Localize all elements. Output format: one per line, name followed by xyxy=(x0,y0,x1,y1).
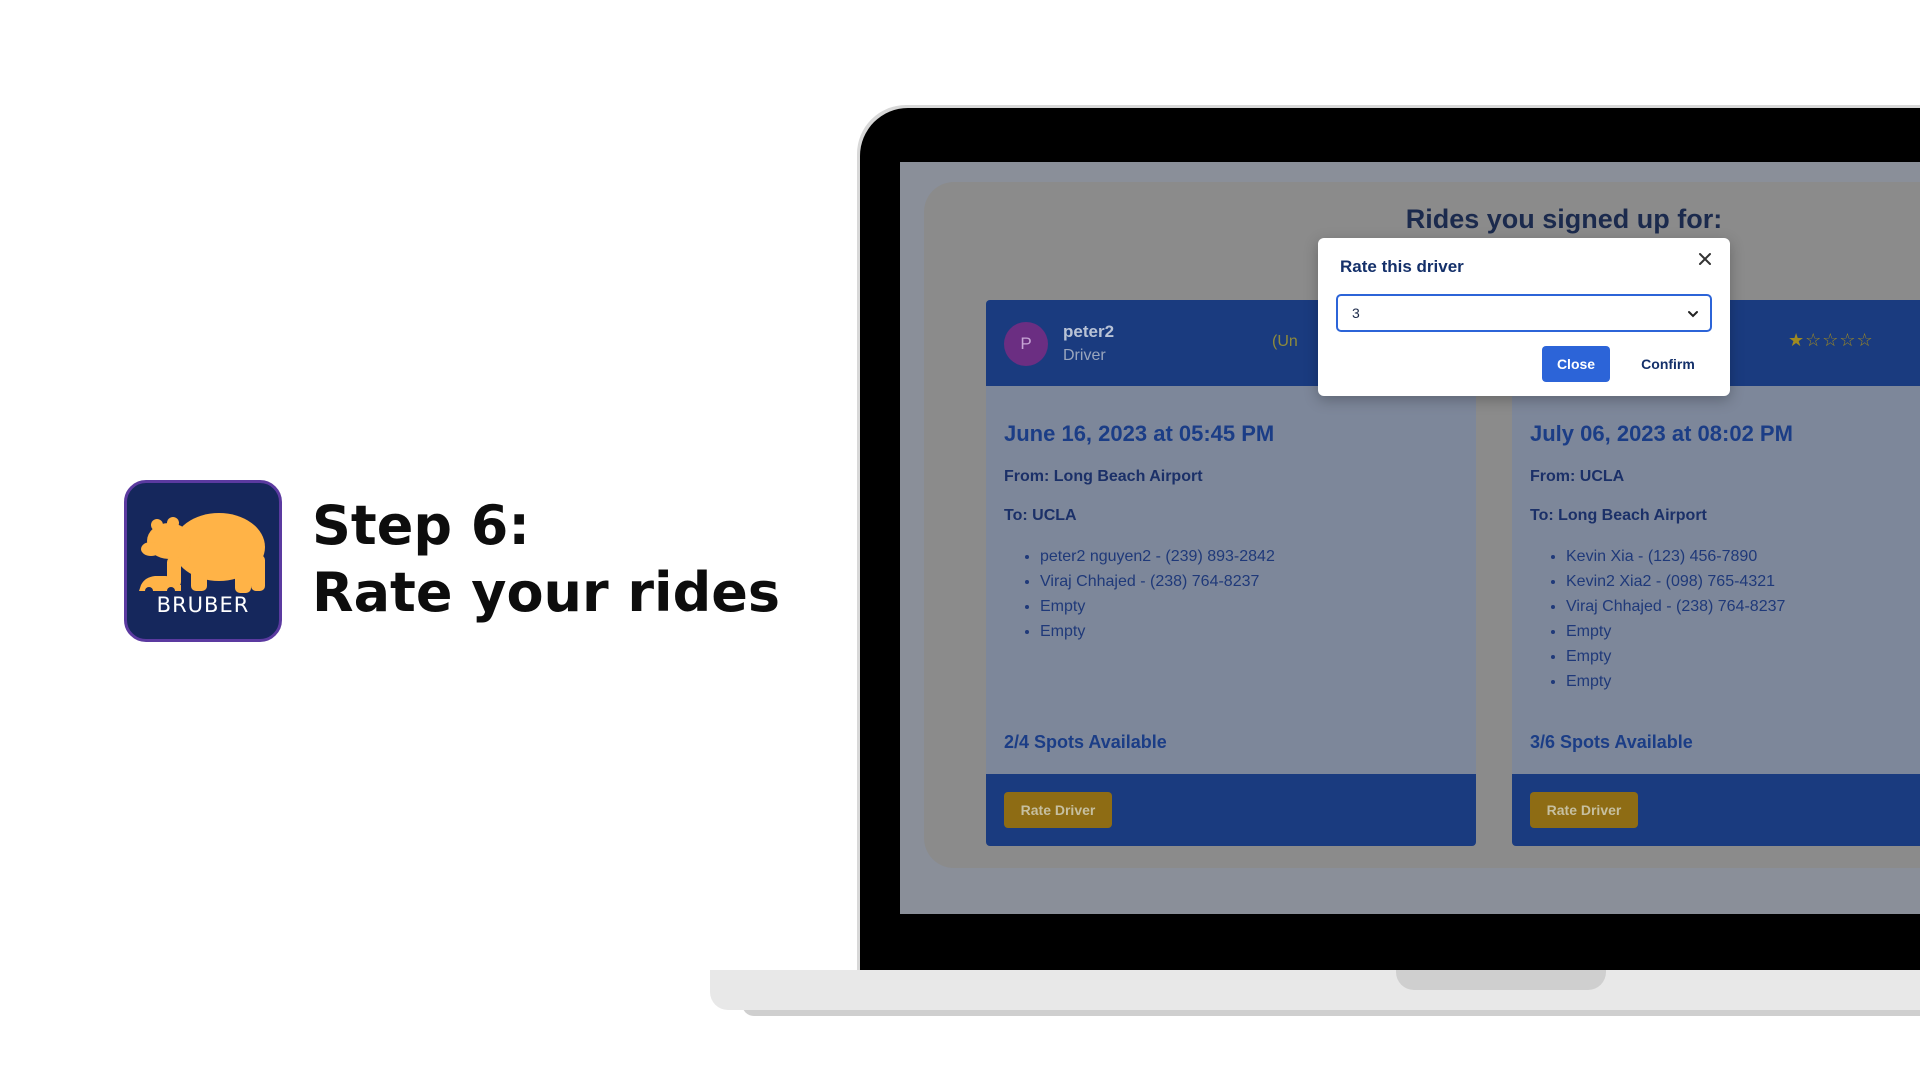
spots-available: 3/6 Spots Available xyxy=(1530,732,1693,752)
ride-date: July 06, 2023 at 08:02 PM xyxy=(1530,421,1793,446)
bear-car-logo-icon xyxy=(139,513,265,595)
hero-title: Step 6: Rate your rides xyxy=(312,492,792,626)
rides-panel: Rides you signed up for: P peter2 Driver… xyxy=(924,182,1920,868)
rate-driver-button[interactable]: Rate Driver xyxy=(1004,792,1112,828)
list-item: Empty xyxy=(1040,594,1275,619)
avatar: P xyxy=(1004,322,1048,366)
list-item: Kevin Xia - (123) 456-7890 xyxy=(1566,544,1785,569)
list-item: Empty xyxy=(1566,669,1785,694)
step-label: Step 6: xyxy=(312,494,530,557)
close-icon[interactable] xyxy=(1694,248,1716,270)
ride-card-footer: Rate Driver xyxy=(1512,774,1920,846)
list-item: Empty xyxy=(1566,619,1785,644)
chevron-down-icon xyxy=(1688,311,1698,318)
rating-select[interactable]: 3 xyxy=(1336,294,1712,332)
laptop-base xyxy=(710,970,1920,1010)
laptop-notch xyxy=(1396,970,1606,990)
close-button[interactable]: Close xyxy=(1542,346,1610,382)
rate-driver-modal: Rate this driver 3 Close Confirm xyxy=(1318,238,1730,396)
list-item: Viraj Chhajed - (238) 764-8237 xyxy=(1566,594,1785,619)
brand-name: BRUBER xyxy=(156,593,250,617)
ride-date: June 16, 2023 at 05:45 PM xyxy=(1004,421,1275,446)
bruber-app-icon: BRUBER xyxy=(124,480,282,642)
driver-name: peter2 xyxy=(1063,322,1115,341)
page-title: Rides you signed up for: xyxy=(1405,204,1723,234)
list-item: Empty xyxy=(1040,619,1275,644)
list-item: Empty xyxy=(1566,644,1785,669)
modal-title: Rate this driver xyxy=(1340,257,1464,276)
driver-rating-text: (Un xyxy=(1272,333,1298,350)
ride-origin: From: Long Beach Airport xyxy=(1004,468,1203,485)
rating-select-value: 3 xyxy=(1352,305,1360,321)
rider-list: peter2 nguyen2 - (239) 893-2842 Viraj Ch… xyxy=(1004,544,1275,644)
list-item: Kevin2 Xia2 - (098) 765-4321 xyxy=(1566,569,1785,594)
spots-available: 2/4 Spots Available xyxy=(1004,732,1167,752)
step-subtitle: Rate your rides xyxy=(312,561,780,624)
laptop-screen: Rides you signed up for: P peter2 Driver… xyxy=(900,162,1920,914)
confirm-button[interactable]: Confirm xyxy=(1624,346,1712,382)
list-item: peter2 nguyen2 - (239) 893-2842 xyxy=(1040,544,1275,569)
ride-destination: To: UCLA xyxy=(1004,507,1077,524)
list-item: Viraj Chhajed - (238) 764-8237 xyxy=(1040,569,1275,594)
rider-list: Kevin Xia - (123) 456-7890 Kevin2 Xia2 -… xyxy=(1530,544,1785,694)
ride-destination: To: Long Beach Airport xyxy=(1530,507,1707,524)
rate-driver-button[interactable]: Rate Driver xyxy=(1530,792,1638,828)
ride-origin: From: UCLA xyxy=(1530,468,1625,485)
ride-card-footer: Rate Driver xyxy=(986,774,1476,846)
driver-role: Driver xyxy=(1063,347,1106,364)
driver-rating-stars: ★☆☆☆☆ xyxy=(1788,330,1874,350)
